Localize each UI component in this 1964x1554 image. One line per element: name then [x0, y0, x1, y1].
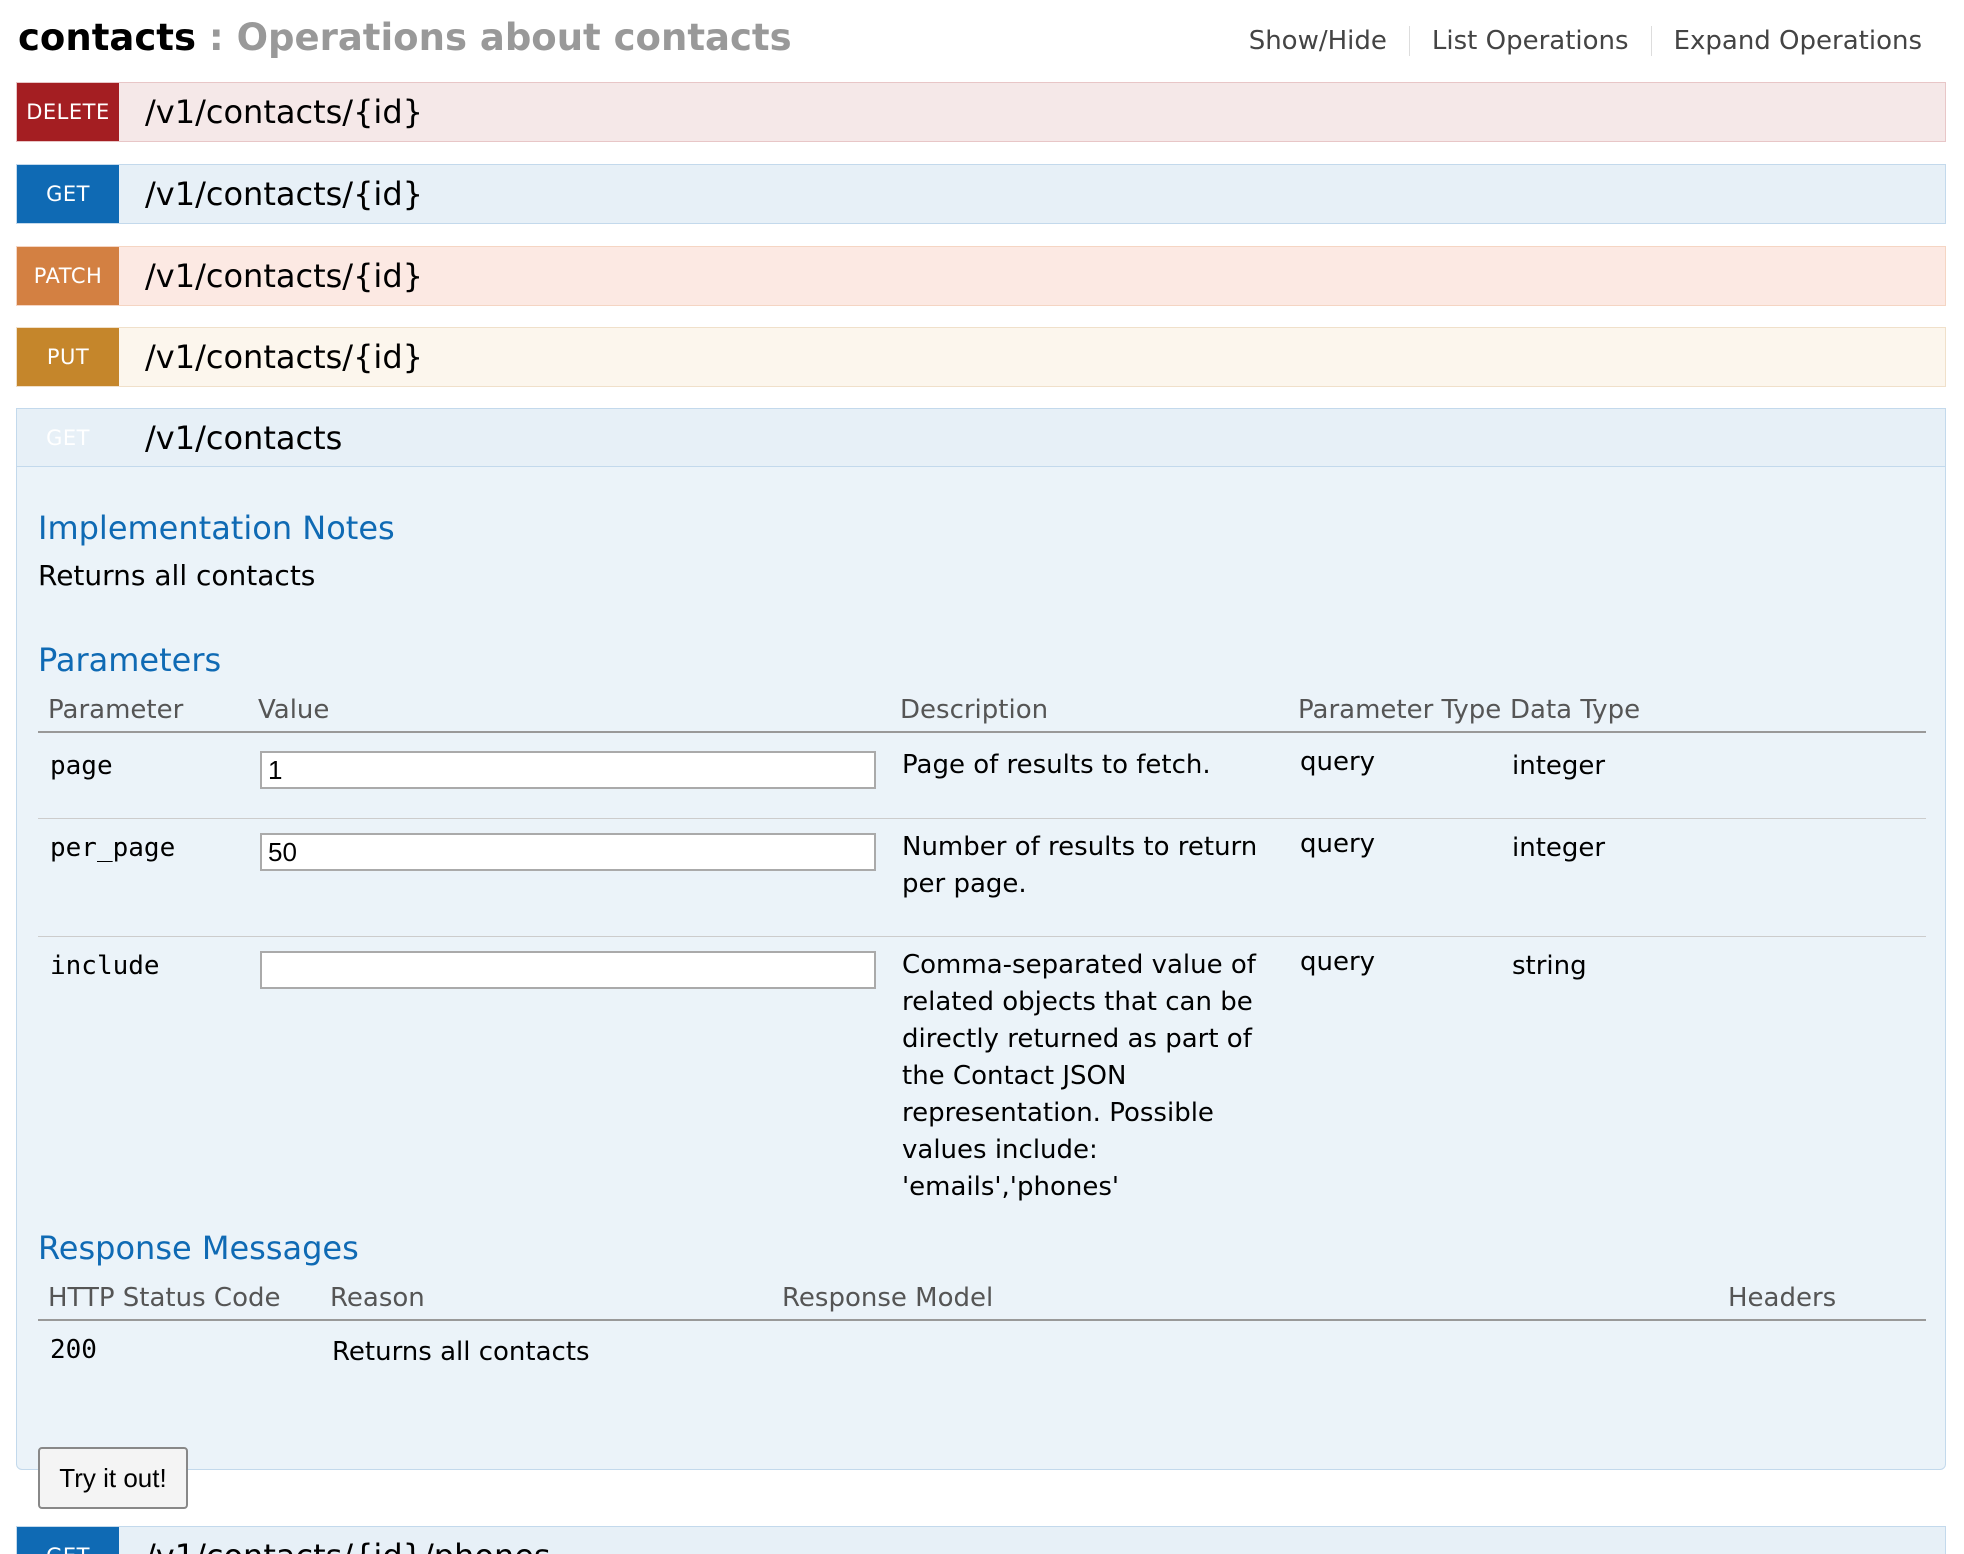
- operation-path[interactable]: /v1/contacts/{id}: [145, 257, 423, 295]
- operation-heading[interactable]: PUT /v1/contacts/{id}: [17, 328, 1945, 386]
- parameter-row: include Comma-separated value of related…: [38, 937, 1926, 1202]
- col-parameter: Parameter: [48, 695, 184, 725]
- http-method-badge[interactable]: GET: [17, 1527, 119, 1554]
- response-messages-heading: Response Messages: [38, 1229, 359, 1267]
- parameter-data-type: integer: [1512, 833, 1606, 863]
- col-response-model: Response Model: [782, 1283, 994, 1313]
- operation-path[interactable]: /v1/contacts: [145, 419, 342, 457]
- show-hide-link[interactable]: Show/Hide: [1227, 26, 1410, 56]
- responses-table-header: HTTP Status Code Reason Response Model H…: [38, 1281, 1926, 1321]
- parameter-data-type: string: [1512, 951, 1587, 981]
- parameter-type: query: [1300, 947, 1376, 977]
- response-status-code: 200: [50, 1335, 97, 1365]
- operation-path[interactable]: /v1/contacts/{id}/phones: [145, 1537, 551, 1554]
- response-reason: Returns all contacts: [332, 1337, 590, 1367]
- parameters-table-header: Parameter Value Description Parameter Ty…: [38, 693, 1926, 733]
- operation-path[interactable]: /v1/contacts/{id}: [145, 338, 423, 376]
- parameter-description: Number of results to return per page.: [902, 832, 1258, 899]
- operation-path[interactable]: /v1/contacts/{id}: [145, 175, 423, 213]
- parameter-name: include: [50, 951, 160, 981]
- implementation-notes-text: Returns all contacts: [38, 559, 316, 592]
- title-separator: :: [196, 16, 237, 59]
- page-input[interactable]: [260, 751, 876, 789]
- col-value: Value: [258, 695, 330, 725]
- operation-list-contact-phones[interactable]: GET /v1/contacts/{id}/phones: [16, 1526, 1946, 1554]
- try-it-out-button[interactable]: Try it out!: [38, 1447, 188, 1509]
- operation-heading[interactable]: GET /v1/contacts/{id}: [17, 165, 1945, 223]
- expand-operations-link[interactable]: Expand Operations: [1652, 26, 1922, 56]
- operation-get-contact[interactable]: GET /v1/contacts/{id}: [16, 164, 1946, 224]
- col-description: Description: [900, 695, 1049, 725]
- parameters-heading: Parameters: [38, 641, 222, 679]
- implementation-notes-heading: Implementation Notes: [38, 509, 395, 547]
- resource-description: Operations about contacts: [236, 16, 792, 59]
- response-row: 200 Returns all contacts: [38, 1323, 1926, 1373]
- col-headers: Headers: [1728, 1283, 1837, 1313]
- col-parameter-type: Parameter Type: [1298, 695, 1502, 725]
- operation-heading[interactable]: GET /v1/contacts/{id}/phones: [17, 1527, 1945, 1554]
- parameter-data-type: integer: [1512, 751, 1606, 781]
- operation-heading[interactable]: DELETE /v1/contacts/{id}: [17, 83, 1945, 141]
- http-method-badge[interactable]: DELETE: [17, 83, 119, 141]
- operation-heading[interactable]: GET /v1/contacts: [17, 409, 1945, 467]
- col-http-status-code: HTTP Status Code: [48, 1283, 281, 1313]
- parameter-row: page Page of results to fetch. query int…: [38, 735, 1926, 819]
- parameter-description: Page of results to fetch.: [902, 750, 1211, 780]
- operation-delete-contact[interactable]: DELETE /v1/contacts/{id}: [16, 82, 1946, 142]
- parameter-description: Comma-separated value of related objects…: [902, 950, 1256, 1202]
- operation-patch-contact[interactable]: PATCH /v1/contacts/{id}: [16, 246, 1946, 306]
- header-links: Show/Hide List Operations Expand Operati…: [1227, 26, 1922, 56]
- operation-put-contact[interactable]: PUT /v1/contacts/{id}: [16, 327, 1946, 387]
- operation-path[interactable]: /v1/contacts/{id}: [145, 93, 423, 131]
- http-method-badge[interactable]: GET: [17, 409, 119, 467]
- resource-title[interactable]: contacts : Operations about contacts: [18, 16, 792, 59]
- http-method-badge[interactable]: PUT: [17, 328, 119, 386]
- list-operations-link[interactable]: List Operations: [1410, 26, 1652, 56]
- include-input[interactable]: [260, 951, 876, 989]
- col-data-type: Data Type: [1510, 695, 1641, 725]
- parameter-type: query: [1300, 747, 1376, 777]
- per-page-input[interactable]: [260, 833, 876, 871]
- http-method-badge[interactable]: PATCH: [17, 247, 119, 305]
- parameter-name: per_page: [50, 833, 176, 863]
- operation-list-contacts: GET /v1/contacts Implementation Notes Re…: [16, 408, 1946, 1509]
- parameter-name: page: [50, 751, 113, 781]
- http-method-badge[interactable]: GET: [17, 165, 119, 223]
- col-reason: Reason: [330, 1283, 425, 1313]
- resource-header: contacts : Operations about contacts Sho…: [18, 12, 1944, 68]
- parameter-type: query: [1300, 829, 1376, 859]
- operation-heading[interactable]: PATCH /v1/contacts/{id}: [17, 247, 1945, 305]
- resource-name[interactable]: contacts: [18, 16, 196, 59]
- parameter-row: per_page Number of results to return per…: [38, 819, 1926, 937]
